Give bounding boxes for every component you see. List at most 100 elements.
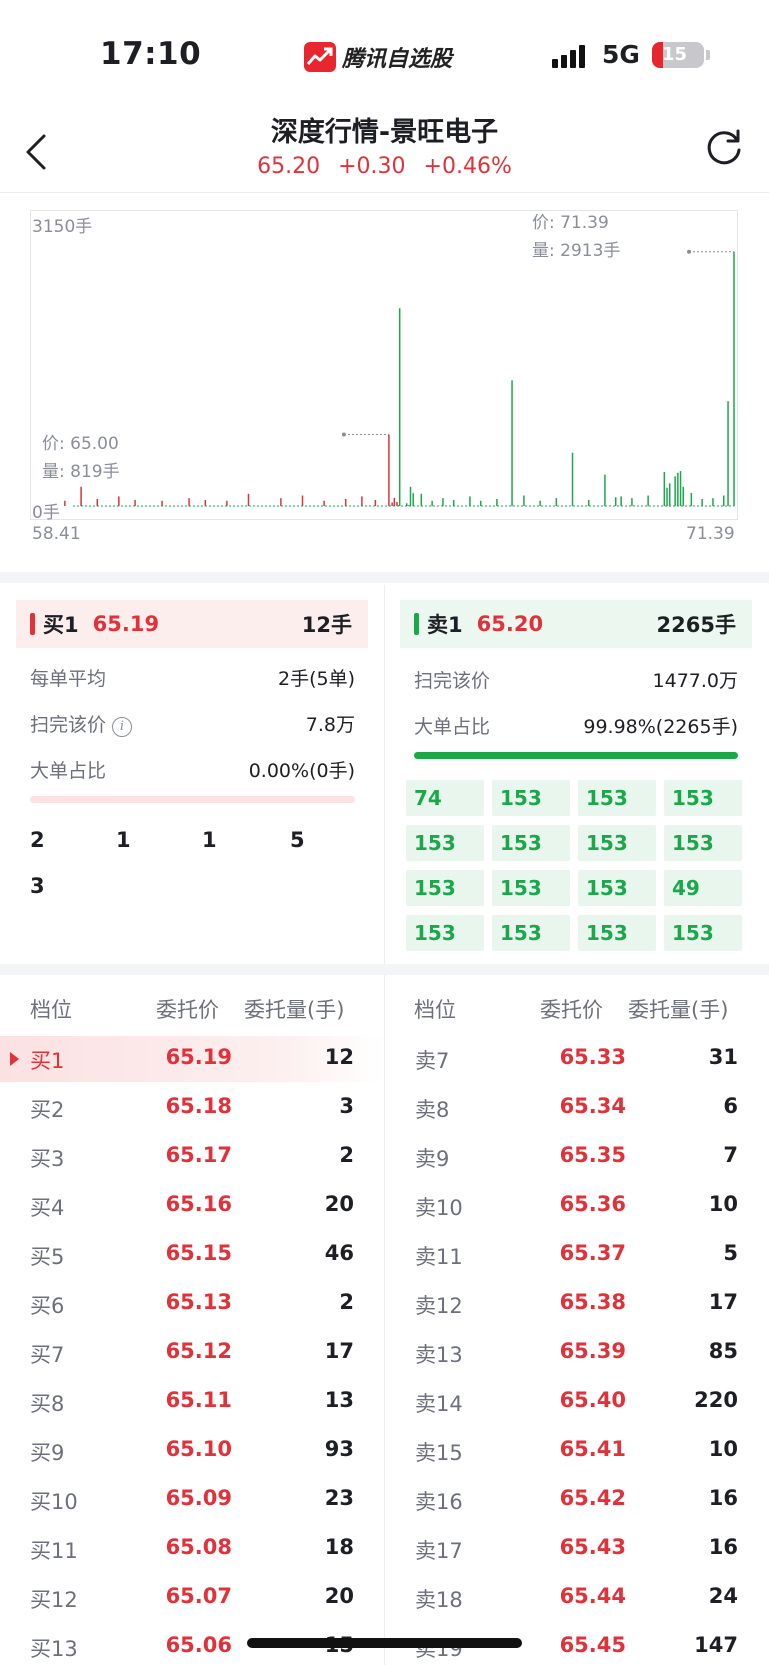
y-axis-min-label: 0手 bbox=[32, 503, 60, 523]
sell-order-size: 153 bbox=[664, 825, 742, 861]
sell-order-size: 153 bbox=[578, 780, 656, 816]
buy-level: 买3 bbox=[30, 1147, 65, 1171]
buy1-header[interactable]: 买1 65.19 12手 bbox=[16, 600, 368, 648]
buy-order-row[interactable]: 买6 65.13 2 bbox=[0, 1281, 384, 1327]
x-axis-min-label: 58.41 bbox=[32, 524, 81, 544]
buy-level: 买2 bbox=[30, 1098, 65, 1122]
sell-price: 65.39 bbox=[559, 1339, 626, 1363]
sell-order-row[interactable]: 卖15 65.41 10 bbox=[385, 1428, 769, 1474]
sell-order-size: 153 bbox=[578, 915, 656, 951]
sell-volume: 31 bbox=[708, 1045, 738, 1069]
depth-chart[interactable]: 3150手 0手 58.41 71.39 价: 65.00 量: 819手 价:… bbox=[0, 200, 769, 550]
sell-sweep-label: 扫完该价 bbox=[414, 670, 491, 692]
buy-volume: 46 bbox=[324, 1241, 354, 1265]
sell-order-row[interactable]: 卖8 65.34 6 bbox=[385, 1085, 769, 1131]
buy-volume: 17 bbox=[324, 1339, 354, 1363]
buy-order-size: 1 bbox=[116, 828, 131, 852]
sell-level: 卖18 bbox=[415, 1588, 463, 1612]
buy-order-row[interactable]: 买5 65.15 46 bbox=[0, 1232, 384, 1278]
sell-order-row[interactable]: 卖16 65.42 16 bbox=[385, 1477, 769, 1523]
buy-order-row[interactable]: 买7 65.12 17 bbox=[0, 1330, 384, 1376]
sell-volume: 6 bbox=[723, 1094, 738, 1118]
buy-volume: 2 bbox=[339, 1290, 354, 1314]
sell-price: 65.37 bbox=[559, 1241, 626, 1265]
buy-price: 65.19 bbox=[165, 1045, 232, 1069]
sell-order-size: 153 bbox=[492, 870, 570, 906]
sell-order-row[interactable]: 卖13 65.39 85 bbox=[385, 1330, 769, 1376]
buy-order-row[interactable]: 买4 65.16 20 bbox=[0, 1183, 384, 1229]
buy-col-price: 委托价 bbox=[156, 998, 219, 1022]
status-time: 17:10 bbox=[100, 36, 202, 72]
buy-avg-value: 2手(5单) bbox=[277, 668, 355, 690]
sell-large-ratio-fill bbox=[414, 752, 738, 759]
refresh-icon[interactable] bbox=[704, 128, 744, 168]
sell-order-row[interactable]: 卖18 65.44 24 bbox=[385, 1575, 769, 1621]
sell-large-label: 大单占比 bbox=[414, 716, 491, 738]
sell-order-row[interactable]: 卖7 65.33 31 bbox=[385, 1036, 769, 1082]
tooltip-highest-volume-value: 量: 2913手 bbox=[532, 241, 621, 261]
buy-order-row[interactable]: 买8 65.11 13 bbox=[0, 1379, 384, 1425]
buy-avg-row: 每单平均 2手(5单) bbox=[30, 664, 355, 691]
battery-level: 15 bbox=[662, 44, 688, 65]
y-axis-max-label: 3150手 bbox=[32, 217, 93, 237]
buy-order-row[interactable]: 买11 65.08 18 bbox=[0, 1526, 384, 1572]
buy-large-label: 大单占比 bbox=[30, 760, 107, 782]
buy-volume: 12 bbox=[324, 1045, 354, 1069]
sell-order-row[interactable]: 卖11 65.37 5 bbox=[385, 1232, 769, 1278]
buy-price: 65.13 bbox=[165, 1290, 232, 1314]
sell-large-ratio-track bbox=[414, 752, 738, 759]
stock-quote: 65.20 +0.30 +0.46% bbox=[0, 154, 769, 179]
tooltip-highest-leader-dot bbox=[687, 249, 691, 254]
header-divider bbox=[0, 192, 769, 193]
buy-level: 买13 bbox=[30, 1637, 78, 1661]
sell-price: 65.38 bbox=[559, 1290, 626, 1314]
buy-level: 买6 bbox=[30, 1294, 65, 1318]
sell-price: 65.34 bbox=[559, 1094, 626, 1118]
sell-volume: 220 bbox=[694, 1388, 738, 1412]
sell-order-size: 153 bbox=[664, 915, 742, 951]
buy-volume: 23 bbox=[324, 1486, 354, 1510]
sell-volume: 7 bbox=[723, 1143, 738, 1167]
buy-level: 买4 bbox=[30, 1196, 65, 1220]
sell-level: 卖15 bbox=[415, 1441, 463, 1465]
buy-order-row[interactable]: 买12 65.07 20 bbox=[0, 1575, 384, 1621]
sell-price: 65.41 bbox=[559, 1437, 626, 1461]
status-bar: 17:10 腾讯自选股 5G 15 bbox=[0, 0, 769, 110]
sell-order-row[interactable]: 卖12 65.38 17 bbox=[385, 1281, 769, 1327]
sell-order-row[interactable]: 卖10 65.36 10 bbox=[385, 1183, 769, 1229]
sell-volume: 16 bbox=[708, 1486, 738, 1510]
sell-order-size: 153 bbox=[406, 870, 484, 906]
sell-order-size: 153 bbox=[492, 915, 570, 951]
buy-volume: 18 bbox=[324, 1535, 354, 1559]
sell-order-row[interactable]: 卖9 65.35 7 bbox=[385, 1134, 769, 1180]
buy-price: 65.10 bbox=[165, 1437, 232, 1461]
sell-order-size: 153 bbox=[492, 825, 570, 861]
buy-order-size: 1 bbox=[202, 828, 217, 852]
sell-price: 65.36 bbox=[559, 1192, 626, 1216]
buy-order-row[interactable]: 买10 65.09 23 bbox=[0, 1477, 384, 1523]
tooltip-lowest-leader-dot bbox=[341, 432, 346, 437]
buy-order-row[interactable]: 买1 65.19 12 bbox=[0, 1036, 384, 1082]
sell-order-size: 49 bbox=[664, 870, 742, 906]
sell-volume: 147 bbox=[694, 1633, 738, 1657]
sell-price: 65.43 bbox=[559, 1535, 626, 1559]
chart-frame bbox=[30, 210, 738, 520]
info-icon[interactable]: i bbox=[112, 717, 133, 737]
sell-level: 卖17 bbox=[415, 1539, 463, 1563]
sell1-header[interactable]: 卖1 65.20 2265手 bbox=[400, 600, 752, 648]
sell-sweep-row: 扫完该价 1477.0万 bbox=[414, 666, 738, 693]
buy-level: 买1 bbox=[30, 1049, 65, 1073]
sell-order-row[interactable]: 卖17 65.43 16 bbox=[385, 1526, 769, 1572]
buy-order-row[interactable]: 买9 65.10 93 bbox=[0, 1428, 384, 1474]
buy-order-size: 2 bbox=[30, 828, 45, 852]
tooltip-lowest-price: 价: 65.00 量: 819手 bbox=[42, 430, 120, 486]
buy-order-row[interactable]: 买2 65.18 3 bbox=[0, 1085, 384, 1131]
sell-col-level: 档位 bbox=[414, 998, 456, 1022]
buy-level: 买7 bbox=[30, 1343, 65, 1367]
home-indicator[interactable] bbox=[247, 1638, 522, 1648]
buy-marker bbox=[30, 613, 35, 635]
battery-icon: 15 bbox=[652, 42, 704, 68]
sell-order-row[interactable]: 卖14 65.40 220 bbox=[385, 1379, 769, 1425]
buy-order-row[interactable]: 买3 65.17 2 bbox=[0, 1134, 384, 1180]
sell-price: 65.33 bbox=[559, 1045, 626, 1069]
